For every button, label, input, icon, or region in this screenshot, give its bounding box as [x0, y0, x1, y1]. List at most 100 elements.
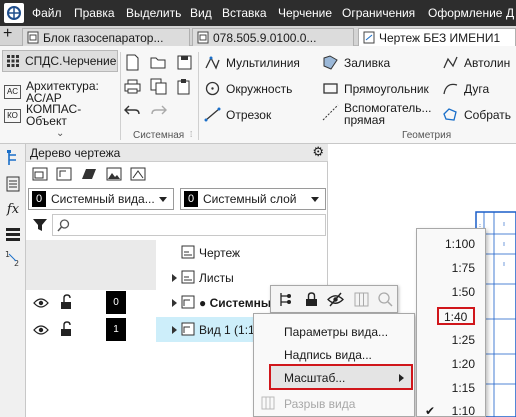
redo-icon — [151, 105, 167, 115]
menu-item-view-label[interactable]: Надпись вида... — [284, 348, 372, 362]
group-dots-icon: ⁞ — [190, 130, 193, 139]
scale-option[interactable]: 1:25 — [417, 333, 487, 347]
circle-icon[interactable] — [204, 80, 221, 97]
menu-item-scale[interactable]: Масштаб... — [269, 364, 413, 390]
collect-contour-icon[interactable] — [442, 106, 459, 123]
scale-option[interactable]: 1:15 — [417, 381, 487, 395]
filter-icon[interactable] — [32, 217, 48, 233]
view-window-icon[interactable] — [32, 167, 48, 181]
menu-edit[interactable]: Правка — [74, 6, 115, 20]
order-icon[interactable]: 12 — [3, 248, 23, 268]
menu-file[interactable]: Файл — [32, 6, 62, 20]
tab-label: 078.505.9.0100.0... — [213, 31, 317, 45]
spds-drafting-button[interactable]: СПДС.Черчение — [2, 50, 118, 72]
drawing-sheet-icon — [181, 245, 195, 259]
scale-option[interactable]: 1:50 — [417, 285, 487, 299]
segment-label[interactable]: Отрезок — [226, 109, 271, 122]
document-icon — [197, 31, 209, 44]
rectangle-label[interactable]: Прямоугольник — [344, 83, 429, 96]
copy-icon[interactable] — [150, 78, 167, 95]
tab-gas-separator[interactable]: Блок газосепаратор... — [22, 28, 190, 46]
menu-item-view-params[interactable]: Параметры вида... — [284, 325, 388, 339]
search-input[interactable] — [52, 214, 326, 236]
properties-icon[interactable] — [3, 174, 23, 194]
document-tab-bar: + Блок газосепаратор... 078.505.9.0100.0… — [0, 25, 516, 46]
arc-label[interactable]: Дуга — [464, 83, 489, 96]
scale-option[interactable]: 1:20 — [417, 357, 487, 371]
tree-row-drawing[interactable]: Чертеж — [26, 240, 328, 265]
eye-visibility-icon[interactable] — [33, 324, 49, 336]
layer-number-badge: 0 — [106, 291, 126, 314]
print-icon[interactable] — [124, 78, 141, 95]
chevron-down-icon — [159, 197, 167, 202]
hide-eye-icon[interactable] — [327, 291, 344, 308]
view-select[interactable]: 0 Системный вида... — [28, 188, 174, 210]
tree-panel-title: Дерево чертежа — [30, 146, 121, 160]
image-icon[interactable] — [106, 167, 122, 181]
menu-constraints[interactable]: Ограничения — [342, 6, 415, 20]
left-vertical-toolbar: fx 12 — [0, 144, 26, 417]
scale-option[interactable]: 1:75 — [417, 261, 487, 275]
view-context-menu: Параметры вида... Надпись вида... Масшта… — [253, 313, 415, 417]
sheet-icon[interactable] — [130, 167, 146, 181]
tree-panel-icon[interactable] — [3, 148, 23, 168]
autoline-label[interactable]: Автолин — [464, 57, 510, 70]
menu-select[interactable]: Выделить — [126, 6, 181, 20]
grid-icon — [7, 55, 19, 67]
parallelogram-icon[interactable] — [81, 168, 97, 180]
view-icon — [181, 295, 195, 309]
aux-line-icon[interactable] — [322, 104, 339, 121]
save-icon[interactable] — [176, 54, 193, 71]
expand-triangle-icon[interactable] — [172, 299, 177, 307]
circle-label[interactable]: Окружность — [226, 83, 292, 96]
lock-icon[interactable] — [303, 291, 320, 308]
fill-icon[interactable] — [322, 54, 339, 71]
segment-icon[interactable] — [204, 106, 221, 123]
kompas-logo-icon[interactable] — [4, 3, 24, 23]
layer-select[interactable]: 0 Системный слой — [180, 188, 326, 210]
unlock-icon[interactable] — [59, 294, 73, 310]
settings-gear-icon[interactable]: ⚙ — [312, 144, 324, 160]
paste-icon[interactable] — [176, 78, 193, 95]
tab-drawing-unnamed[interactable]: Чертеж БЕЗ ИМЕНИ1 — [358, 28, 516, 46]
collect-label[interactable]: Собрать — [464, 109, 511, 122]
unlock-icon[interactable] — [59, 321, 73, 337]
sheets-icon — [181, 270, 195, 284]
menu-insert[interactable]: Вставка — [222, 6, 267, 20]
rectangle-icon[interactable] — [322, 80, 339, 97]
scale-option-highlighted[interactable]: 1:40 — [437, 307, 475, 325]
scale-option[interactable]: 1:100 — [417, 237, 487, 251]
menu-design[interactable]: Оформление — [428, 6, 502, 20]
menu-view[interactable]: Вид — [190, 6, 212, 20]
eye-visibility-icon[interactable] — [33, 297, 49, 309]
menu-drafting[interactable]: Черчение — [278, 6, 332, 20]
fill-label[interactable]: Заливка — [344, 57, 390, 70]
ribbon-divider — [120, 52, 121, 140]
aux-line-label-2[interactable]: прямая — [344, 114, 385, 127]
ribbon: СПДС.Черчение АС Архитектура: АС/АР КО К… — [0, 46, 516, 144]
expand-triangle-icon[interactable] — [172, 326, 177, 334]
expand-chevron-icon[interactable]: ⌄ — [56, 128, 64, 139]
expand-triangle-icon[interactable] — [172, 274, 177, 282]
autoline-icon[interactable] — [442, 54, 459, 71]
layers-icon[interactable] — [3, 224, 23, 244]
new-document-icon[interactable] — [124, 54, 141, 71]
open-folder-icon[interactable] — [150, 54, 167, 71]
tab-label: Чертеж БЕЗ ИМЕНИ1 — [379, 31, 501, 45]
undo-icon[interactable] — [124, 102, 141, 119]
view-local-icon[interactable] — [56, 167, 72, 181]
tree-panel-header: Дерево чертежа ⚙ — [26, 144, 328, 162]
menu-bar: Файл Правка Выделить Вид Вставка Черчени… — [0, 0, 516, 26]
multiline-icon[interactable] — [204, 54, 221, 71]
tree-structure-icon[interactable] — [277, 291, 294, 308]
new-tab-plus-icon[interactable]: + — [3, 25, 12, 43]
menu-item-scale-label: Масштаб... — [284, 371, 346, 385]
scale-option-checked[interactable]: 1:10 — [417, 404, 487, 417]
tab-078-505[interactable]: 078.505.9.0100.0... — [192, 28, 354, 46]
group-label-system: Системная — [133, 130, 185, 141]
multiline-label[interactable]: Мультилиния — [226, 57, 300, 70]
menu-more[interactable]: Д — [506, 6, 514, 20]
tab-label: Блок газосепаратор... — [43, 31, 164, 45]
variables-fx-icon[interactable]: fx — [3, 200, 23, 220]
arc-icon[interactable] — [442, 80, 459, 97]
